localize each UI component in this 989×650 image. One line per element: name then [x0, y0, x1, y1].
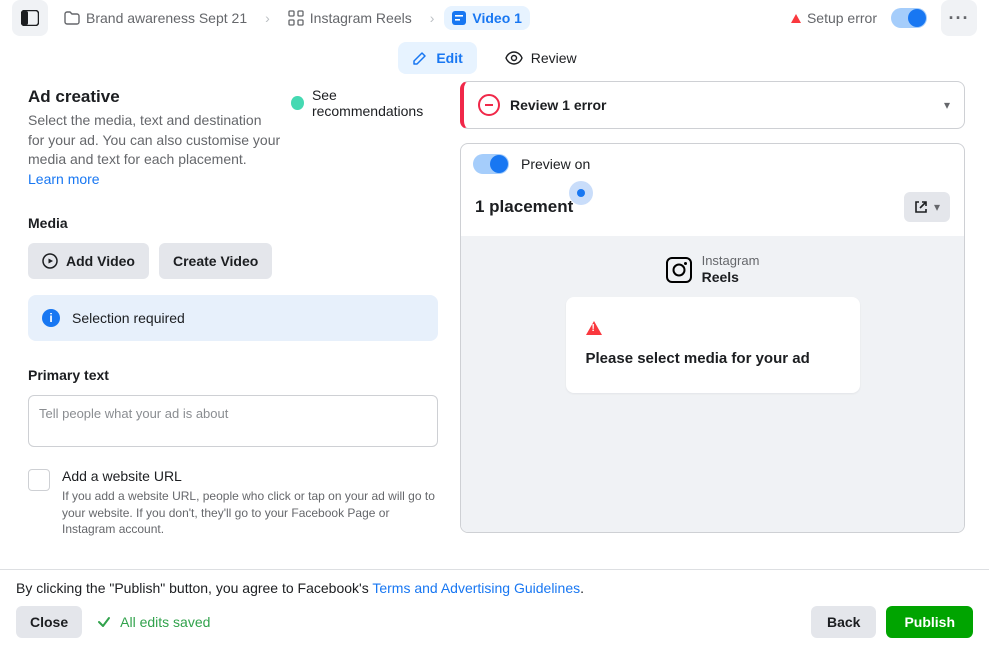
- warning-icon: [791, 14, 801, 23]
- review-error-banner[interactable]: Review 1 error ▾: [460, 81, 965, 129]
- edits-saved-indicator: All edits saved: [96, 614, 210, 630]
- breadcrumb-separator: ›: [428, 10, 437, 26]
- review-error-label: Review 1 error: [510, 97, 934, 113]
- see-recommendations-label: See recommendations: [312, 87, 438, 119]
- edits-saved-label: All edits saved: [120, 614, 210, 630]
- see-recommendations-link[interactable]: See recommendations: [291, 87, 438, 119]
- collapse-panel-button[interactable]: [12, 0, 48, 36]
- check-icon: [96, 614, 112, 630]
- preview-toggle[interactable]: [473, 154, 509, 174]
- publish-button[interactable]: Publish: [886, 606, 973, 638]
- content-area: Ad creative Select the media, text and d…: [0, 80, 989, 569]
- left-panel: Ad creative Select the media, text and d…: [0, 81, 454, 569]
- info-icon: i: [42, 309, 60, 327]
- ad-creative-desc: Select the media, text and destination f…: [28, 111, 281, 189]
- breadcrumb-adset[interactable]: Instagram Reels: [280, 6, 420, 30]
- placement-count-label: 1 placement: [475, 197, 573, 217]
- add-website-url-help: If you add a website URL, people who cli…: [62, 488, 438, 537]
- add-website-url-checkbox[interactable]: [28, 469, 50, 491]
- media-section-label: Media: [28, 215, 438, 231]
- media-missing-card: Please select media for your ad: [566, 297, 860, 393]
- mode-tabs: Edit Review: [0, 36, 989, 80]
- create-video-label: Create Video: [173, 253, 258, 269]
- placement-network-label: Instagram: [702, 254, 760, 269]
- tab-review-label: Review: [531, 50, 577, 66]
- error-circle-icon: [478, 94, 500, 116]
- publish-consent-text: By clicking the "Publish" button, you ag…: [16, 580, 973, 596]
- breadcrumb-campaign[interactable]: Brand awareness Sept 21: [56, 6, 255, 30]
- warning-icon: [586, 321, 602, 335]
- terms-link[interactable]: Terms and Advertising Guidelines: [372, 580, 580, 596]
- breadcrumb-separator: ›: [263, 10, 272, 26]
- ad-icon: [452, 11, 466, 25]
- external-link-icon: [914, 200, 928, 214]
- preview-card: Preview on 1 placement ▾ Instagram Reel: [460, 143, 965, 533]
- panel-icon: [21, 10, 39, 26]
- primary-text-input[interactable]: [28, 395, 438, 447]
- preview-body: Instagram Reels Please select media for …: [461, 236, 964, 532]
- scroll-up-button[interactable]: ▴: [979, 83, 987, 91]
- create-video-button[interactable]: Create Video: [159, 243, 272, 279]
- more-menu-button[interactable]: ···: [941, 0, 977, 36]
- chevron-down-icon: ▾: [944, 98, 950, 112]
- adset-icon: [288, 10, 304, 26]
- add-video-label: Add Video: [66, 253, 135, 269]
- vertical-scrollbar[interactable]: ▴ ▾: [979, 87, 987, 563]
- selection-required-label: Selection required: [72, 310, 185, 326]
- learn-more-link[interactable]: Learn more: [28, 171, 100, 187]
- breadcrumb-campaign-label: Brand awareness Sept 21: [86, 10, 247, 26]
- folder-icon: [64, 11, 80, 25]
- footer: By clicking the "Publish" button, you ag…: [0, 569, 989, 650]
- pencil-icon: [412, 50, 428, 66]
- setup-error-label: Setup error: [807, 10, 877, 26]
- eye-icon: [505, 51, 523, 65]
- breadcrumb-ad-label: Video 1: [472, 10, 522, 26]
- tab-review[interactable]: Review: [491, 42, 591, 74]
- scroll-down-button[interactable]: ▾: [979, 559, 987, 567]
- instagram-icon: [666, 257, 692, 283]
- setup-error-status: Setup error: [791, 10, 877, 26]
- tab-edit-label: Edit: [436, 50, 462, 66]
- tab-edit[interactable]: Edit: [398, 42, 476, 74]
- media-missing-text: Please select media for your ad: [586, 349, 840, 369]
- close-button[interactable]: Close: [16, 606, 82, 638]
- add-website-url-label: Add a website URL: [62, 468, 438, 484]
- top-header: Brand awareness Sept 21 › Instagram Reel…: [0, 0, 989, 36]
- campaign-toggle[interactable]: [891, 8, 927, 28]
- open-preview-menu-button[interactable]: ▾: [904, 192, 950, 222]
- play-circle-icon: [42, 253, 58, 269]
- primary-text-label: Primary text: [28, 367, 438, 383]
- placement-pulse-indicator: [569, 181, 593, 205]
- preview-on-label: Preview on: [521, 156, 590, 172]
- right-panel: Review 1 error ▾ Preview on 1 placement …: [454, 81, 989, 569]
- back-button[interactable]: Back: [811, 606, 876, 638]
- ad-creative-title: Ad creative: [28, 87, 281, 107]
- selection-required-notice: i Selection required: [28, 295, 438, 341]
- lightbulb-icon: [291, 96, 304, 110]
- breadcrumb-ad[interactable]: Video 1: [444, 6, 530, 30]
- add-video-button[interactable]: Add Video: [28, 243, 149, 279]
- placement-type-label: Reels: [702, 269, 760, 285]
- caret-down-icon: ▾: [934, 200, 940, 214]
- breadcrumb-adset-label: Instagram Reels: [310, 10, 412, 26]
- scroll-thumb[interactable]: [979, 277, 987, 371]
